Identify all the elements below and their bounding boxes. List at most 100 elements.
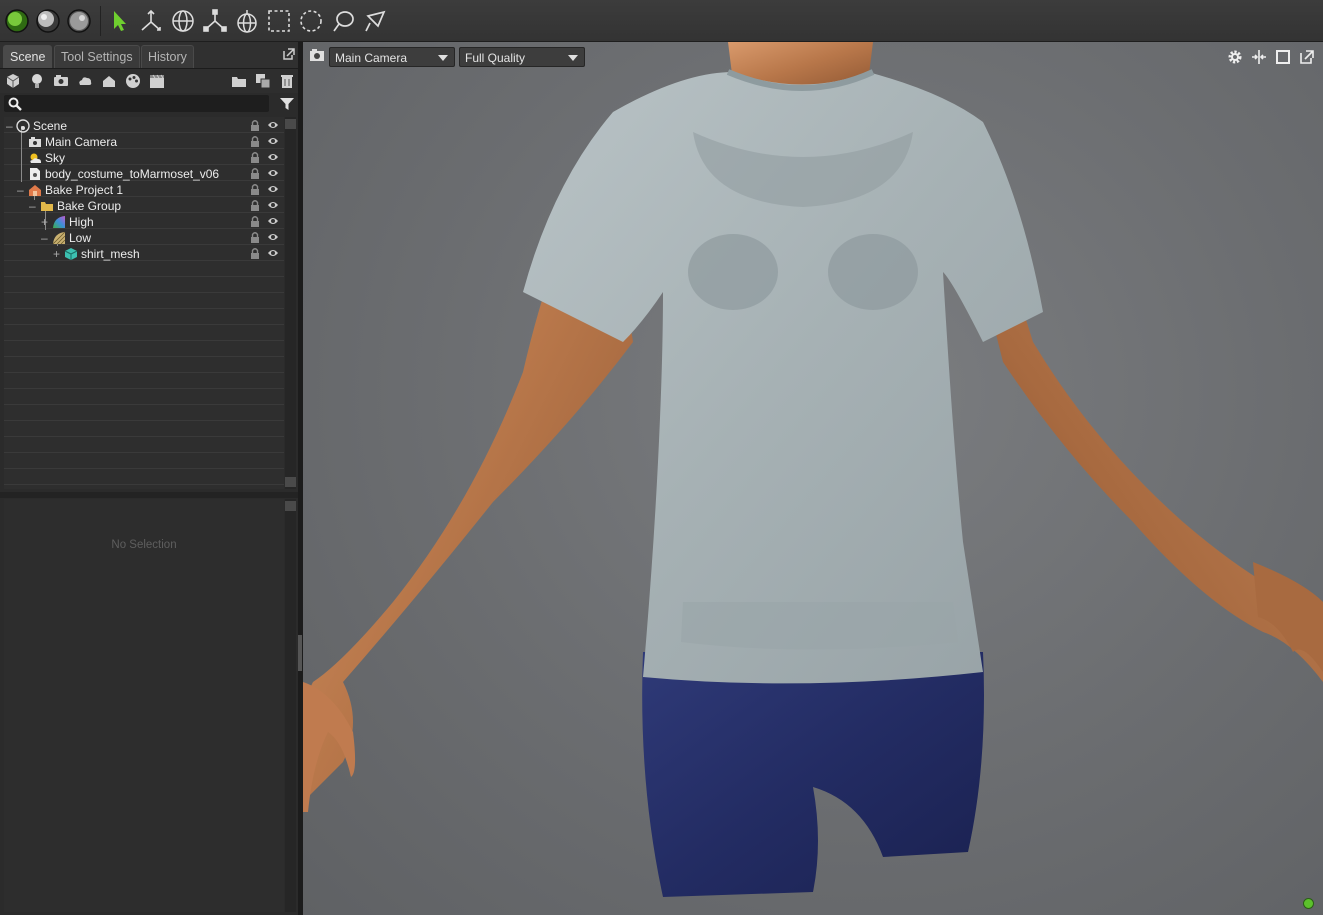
- polygon-select-button[interactable]: [360, 6, 390, 36]
- tree-scrollbar[interactable]: [285, 117, 296, 489]
- camera-dropdown-value: Main Camera: [335, 51, 408, 65]
- viewport-camera-icon[interactable]: [309, 48, 325, 62]
- shorts: [642, 652, 984, 897]
- filter-icon[interactable]: [279, 97, 295, 111]
- gear-icon[interactable]: [1227, 49, 1243, 65]
- tree-label: shirt_mesh: [81, 247, 140, 261]
- move-axes-icon: [141, 9, 161, 31]
- tab-history[interactable]: History: [141, 45, 194, 68]
- panel-splitter[interactable]: [0, 492, 302, 498]
- properties-scrollbar[interactable]: [285, 499, 296, 912]
- add-animation-button[interactable]: [148, 72, 166, 90]
- add-object-button[interactable]: [4, 72, 22, 90]
- add-light-button[interactable]: [28, 72, 46, 90]
- visibility-eye-icon[interactable]: [267, 200, 279, 210]
- visibility-eye-icon[interactable]: [267, 152, 279, 162]
- visibility-eye-icon[interactable]: [267, 168, 279, 178]
- shirt-shading: [688, 234, 778, 310]
- tree-row-high[interactable]: + High: [4, 214, 284, 230]
- lock-icon[interactable]: [250, 151, 260, 164]
- pivot-tool-button[interactable]: [232, 6, 262, 36]
- camera-icon: [29, 137, 41, 147]
- expand-toggle[interactable]: +: [41, 214, 48, 230]
- cursor-arrow-icon: [114, 11, 126, 31]
- render-mode-lit-button[interactable]: [33, 6, 63, 36]
- scroll-up-arrow[interactable]: [285, 501, 296, 511]
- lock-icon[interactable]: [250, 135, 260, 148]
- popout-icon[interactable]: [1299, 49, 1315, 65]
- lasso-select-button[interactable]: [328, 6, 358, 36]
- duplicate-button[interactable]: [254, 72, 272, 90]
- new-group-button[interactable]: [230, 72, 248, 90]
- lock-icon[interactable]: [250, 231, 260, 244]
- expand-toggle[interactable]: +: [53, 246, 60, 262]
- tree-row-low[interactable]: – Low: [4, 230, 284, 246]
- cloud-icon: [79, 77, 92, 85]
- search-input[interactable]: [4, 95, 269, 112]
- visibility-eye-icon[interactable]: [267, 248, 279, 258]
- splitter-handle[interactable]: [298, 635, 302, 671]
- split-view-icon[interactable]: [1251, 49, 1267, 65]
- right-hand: [1253, 562, 1323, 672]
- tree-label: Bake Project 1: [45, 183, 124, 197]
- lock-icon[interactable]: [250, 119, 260, 132]
- scroll-down-arrow[interactable]: [285, 477, 296, 487]
- rotate-tool-button[interactable]: [168, 6, 198, 36]
- lock-icon[interactable]: [250, 183, 260, 196]
- scroll-up-arrow[interactable]: [285, 119, 296, 129]
- search-icon: [8, 97, 22, 111]
- 3d-viewport[interactable]: Main Camera Full Quality: [303, 42, 1323, 915]
- add-material-button[interactable]: [124, 72, 142, 90]
- panel-tabs: Scene Tool Settings History: [0, 42, 302, 69]
- collapse-toggle[interactable]: –: [41, 230, 48, 246]
- render-mode-basic-button[interactable]: [64, 6, 94, 36]
- collapse-toggle[interactable]: –: [17, 182, 24, 198]
- camera-dropdown[interactable]: Main Camera: [329, 47, 455, 67]
- visibility-eye-icon[interactable]: [267, 216, 279, 226]
- circle-select-button[interactable]: [296, 6, 326, 36]
- add-camera-button[interactable]: [52, 72, 70, 90]
- tree-row-bake-project[interactable]: – Bake Project 1: [4, 182, 284, 198]
- light-bulb-icon: [32, 74, 42, 88]
- popout-icon[interactable]: [282, 47, 296, 61]
- collapse-toggle[interactable]: –: [29, 198, 36, 214]
- render-mode-full-button[interactable]: [2, 6, 32, 36]
- bake-project-icon: [29, 185, 41, 196]
- trash-icon: [281, 75, 293, 88]
- tree-row-body-costume[interactable]: body_costume_toMarmoset_v06: [4, 166, 284, 182]
- tree-row-shirt-mesh[interactable]: + shirt_mesh: [4, 246, 284, 262]
- clapper-icon: [150, 74, 164, 88]
- add-sky-button[interactable]: [76, 72, 94, 90]
- rotate-sphere-icon: [172, 10, 194, 32]
- scene-toolbar: [0, 69, 302, 93]
- move-tool-button[interactable]: [136, 6, 166, 36]
- lock-icon[interactable]: [250, 215, 260, 228]
- tab-tool-settings[interactable]: Tool Settings: [54, 45, 140, 68]
- tree-row-bake-group[interactable]: – Bake Group: [4, 198, 284, 214]
- lock-icon[interactable]: [250, 199, 260, 212]
- folder-icon: [232, 77, 246, 87]
- tree-label: Sky: [45, 151, 66, 165]
- visibility-eye-icon[interactable]: [267, 136, 279, 146]
- visibility-eye-icon[interactable]: [267, 232, 279, 242]
- delete-button[interactable]: [278, 72, 296, 90]
- polygon-lasso-icon: [365, 10, 386, 32]
- lock-icon[interactable]: [250, 167, 260, 180]
- quality-dropdown[interactable]: Full Quality: [459, 47, 585, 67]
- collapse-toggle[interactable]: –: [6, 118, 13, 134]
- visibility-eye-icon[interactable]: [267, 120, 279, 130]
- visibility-eye-icon[interactable]: [267, 184, 279, 194]
- scale-tool-button[interactable]: [200, 6, 230, 36]
- add-bake-project-button[interactable]: [100, 72, 118, 90]
- box-select-button[interactable]: [264, 6, 294, 36]
- tree-row-scene[interactable]: – Scene: [4, 118, 284, 134]
- tab-scene[interactable]: Scene: [3, 45, 53, 68]
- maximize-icon[interactable]: [1275, 49, 1291, 65]
- tree-row-main-camera[interactable]: Main Camera: [4, 134, 284, 150]
- character-model: [303, 42, 1323, 897]
- lock-icon[interactable]: [250, 247, 260, 260]
- tree-row-sky[interactable]: Sky: [4, 150, 284, 166]
- select-tool-button[interactable]: [104, 6, 134, 36]
- shirt-hem-band: [681, 602, 958, 650]
- tree-label: High: [69, 215, 94, 229]
